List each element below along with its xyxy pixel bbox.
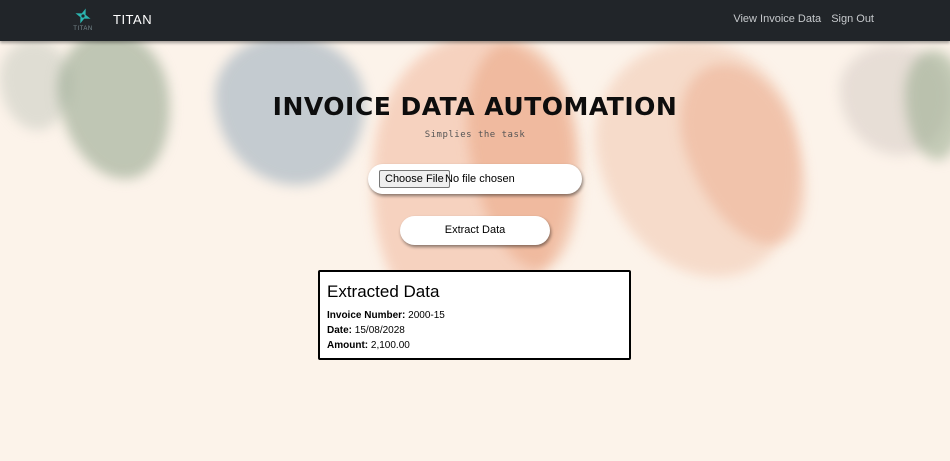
- file-upload-field[interactable]: Choose File No file chosen: [368, 164, 582, 194]
- amount-value: 2,100.00: [370, 340, 410, 351]
- invoice-number-value: 2000-15: [408, 310, 445, 321]
- field-label: Amount:: [327, 340, 369, 351]
- field-label: Invoice Number:: [327, 310, 406, 321]
- brand-name[interactable]: TITAN: [113, 12, 152, 27]
- extract-data-button[interactable]: Extract Data: [400, 216, 550, 245]
- titan-logo[interactable]: TITAN: [68, 6, 98, 36]
- field-label: Date:: [327, 325, 353, 336]
- invoice-number-row: Invoice Number: 2000-15: [327, 310, 445, 321]
- file-status-text: No file chosen: [445, 173, 515, 185]
- amount-row: Amount: 2,100.00: [327, 340, 410, 351]
- extracted-data-card: Extracted Data Invoice Number: 2000-15 D…: [318, 270, 631, 360]
- logo-text: TITAN: [73, 26, 93, 32]
- page-subtitle: Simplies the task: [424, 130, 526, 140]
- nav-links: View Invoice Data Sign Out: [733, 13, 874, 25]
- choose-file-button[interactable]: Choose File: [379, 170, 450, 188]
- nav-sign-out[interactable]: Sign Out: [831, 13, 874, 25]
- nav-view-invoice-data[interactable]: View Invoice Data: [733, 13, 821, 25]
- main-content: INVOICE DATA AUTOMATION Simplies the tas…: [0, 41, 950, 461]
- card-title: Extracted Data: [327, 282, 440, 301]
- date-row: Date: 15/08/2028: [327, 325, 405, 336]
- date-value: 15/08/2028: [354, 325, 405, 336]
- page-title: INVOICE DATA AUTOMATION: [272, 92, 678, 121]
- navbar: TITAN TITAN View Invoice Data Sign Out: [0, 0, 950, 41]
- titan-star-icon: [75, 8, 91, 24]
